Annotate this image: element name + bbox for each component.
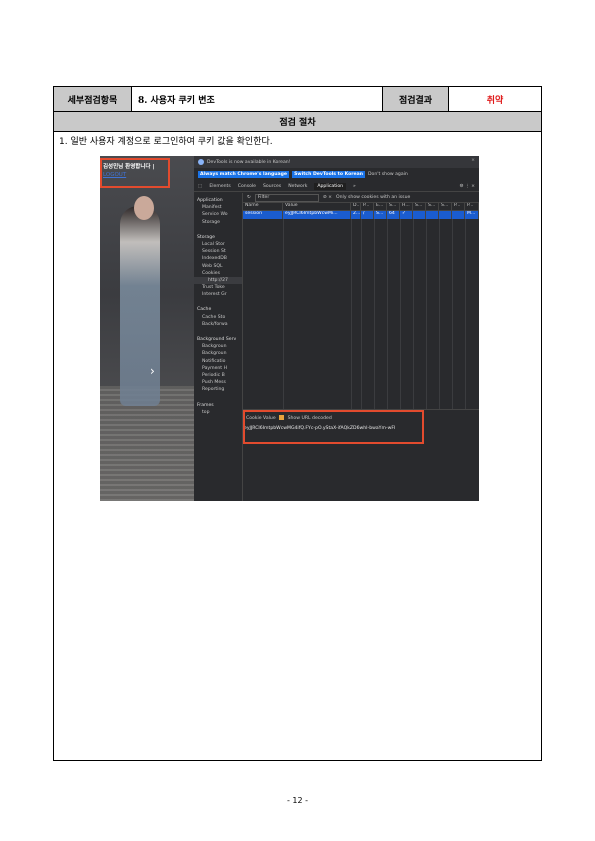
tab-elements[interactable]: Elements: [209, 184, 230, 189]
sidebar-item[interactable]: Interest Gr: [194, 291, 242, 298]
header-row: 세부점검항목 8. 사용자 쿠키 변조 점검결과 취약: [54, 87, 541, 112]
devtools-tabs: ⬚ Elements Console Sources Network Appli…: [194, 182, 479, 192]
col-header[interactable]: E...: [374, 203, 387, 210]
col-header[interactable]: S...: [387, 203, 400, 210]
refresh-icon[interactable]: ↻: [247, 195, 251, 200]
cell: 64: [387, 211, 400, 219]
cookie-value-highlight: [243, 410, 424, 444]
sidebar-item[interactable]: Push Mess: [194, 379, 242, 386]
col-header[interactable]: H...: [400, 203, 413, 210]
cell: eyJJRCI6ImtpbWcwMi...: [283, 211, 351, 219]
sidebar-item[interactable]: Trust Toke: [194, 284, 242, 291]
col-header[interactable]: S...: [426, 203, 439, 210]
sidebar-head-cache: Cache: [197, 307, 212, 313]
sidebar-item[interactable]: Service Wo: [194, 211, 242, 218]
sidebar-item[interactable]: Reporting: [194, 386, 242, 393]
match-language-button[interactable]: Always match Chrome's language: [198, 170, 290, 178]
filter-bar: ↻ Filter ⊘ × Only show cookies with an i…: [243, 193, 479, 203]
sidebar-head-background: Background Serv: [197, 337, 237, 342]
chevron-right-icon[interactable]: ›: [150, 364, 155, 378]
person-head: [134, 196, 154, 220]
cell: /: [361, 211, 374, 219]
col-header[interactable]: P...: [361, 203, 374, 210]
cell: [452, 211, 465, 219]
tab-network[interactable]: Network: [288, 184, 307, 189]
inspect-icon[interactable]: ⬚: [198, 184, 202, 189]
tab-sources[interactable]: Sources: [263, 184, 281, 189]
website-photo: 김성민님 환영합니다 | LOGOUT ›: [100, 156, 194, 501]
sidebar-item-cookies[interactable]: Cookies: [194, 270, 242, 277]
sidebar-item[interactable]: Backgroun: [194, 343, 242, 350]
sidebar-item[interactable]: Local Stor: [194, 241, 242, 248]
sidebar-item[interactable]: Notificatio: [194, 358, 242, 365]
cell: 2...: [351, 211, 361, 219]
sidebar-item[interactable]: Manifest: [194, 204, 242, 211]
sidebar-head-storage: Storage: [197, 234, 215, 240]
cell: ✓: [400, 211, 413, 219]
cell: M...: [465, 211, 479, 219]
page-number: - 12 -: [286, 796, 309, 805]
col-header[interactable]: S...: [439, 203, 452, 210]
info-icon: [198, 159, 204, 165]
item-label: 세부점검항목: [54, 87, 132, 111]
banner-text: DevTools is now available in Korean!: [207, 159, 291, 165]
col-header[interactable]: S...: [413, 203, 426, 210]
filter-input[interactable]: Filter: [254, 193, 319, 202]
col-header[interactable]: Name: [243, 203, 283, 210]
screenshot: 김성민님 환영합니다 | LOGOUT › DevTools is now av…: [100, 156, 479, 501]
cell: [439, 211, 452, 219]
cell: session: [243, 211, 283, 219]
cookie-table-header: Name Value D... P... E... S... H... S...…: [243, 203, 479, 211]
only-issue-checkbox[interactable]: Only show cookies with an issue: [336, 195, 410, 200]
item-value: 8. 사용자 쿠키 변조: [132, 87, 383, 111]
cell: [413, 211, 426, 219]
sidebar-head-application: Application: [197, 198, 223, 203]
dont-show-button[interactable]: Don't show again: [368, 172, 408, 177]
tab-console[interactable]: Console: [238, 184, 256, 189]
sidebar-item[interactable]: Session St: [194, 248, 242, 255]
col-header[interactable]: P...: [465, 203, 479, 210]
application-sidebar: Application Manifest Service Wo Storage …: [194, 193, 243, 501]
sidebar-item[interactable]: Cache Sto: [194, 314, 242, 321]
sidebar-head-frames: Frames: [197, 402, 214, 408]
inspection-table: 세부점검항목 8. 사용자 쿠키 변조 점검결과 취약 점검 절차 1. 일반 …: [53, 86, 542, 761]
section-title: 점검 절차: [54, 112, 541, 132]
switch-korean-button[interactable]: Switch DevTools to Korean: [292, 170, 365, 178]
sidebar-item[interactable]: IndexedDB: [194, 255, 242, 262]
devtools-panel: DevTools is now available in Korean! × A…: [194, 156, 479, 501]
clear-icon[interactable]: ⊘ ×: [323, 195, 332, 200]
tab-application[interactable]: Application: [314, 183, 347, 190]
col-header[interactable]: D...: [351, 203, 361, 210]
welcome-highlight: [100, 158, 170, 188]
sidebar-item[interactable]: Web SQL: [194, 263, 242, 270]
result-label: 점검결과: [383, 87, 449, 111]
sidebar-item[interactable]: Storage: [194, 219, 242, 226]
sidebar-item[interactable]: Backgroun: [194, 350, 242, 357]
sidebar-item[interactable]: Back/forwa: [194, 321, 242, 328]
result-value: 취약: [486, 95, 504, 106]
sidebar-item[interactable]: top: [194, 409, 242, 416]
more-tabs-icon[interactable]: »: [353, 184, 356, 189]
devtools-banner: DevTools is now available in Korean! ×: [194, 156, 479, 168]
col-header[interactable]: Value: [283, 203, 351, 210]
table-row[interactable]: session eyJJRCI6ImtpbWcwMi... 2... / S..…: [243, 211, 479, 219]
sidebar-item-cookie-origin[interactable]: http://27: [194, 276, 242, 285]
col-header[interactable]: P...: [452, 203, 465, 210]
cell: S...: [374, 211, 387, 219]
sidebar-item[interactable]: Payment H: [194, 365, 242, 372]
gear-icon[interactable]: ⚙ ⋮ ×: [460, 184, 475, 189]
step-text: 1. 일반 사용자 계정으로 로그인하여 쿠키 값을 확인한다.: [59, 137, 273, 147]
close-icon[interactable]: ×: [471, 158, 475, 163]
cell: [426, 211, 439, 219]
language-bar: Always match Chrome's language Switch De…: [194, 168, 479, 180]
table-grid: [243, 219, 479, 409]
sidebar-item[interactable]: Periodic B: [194, 372, 242, 379]
